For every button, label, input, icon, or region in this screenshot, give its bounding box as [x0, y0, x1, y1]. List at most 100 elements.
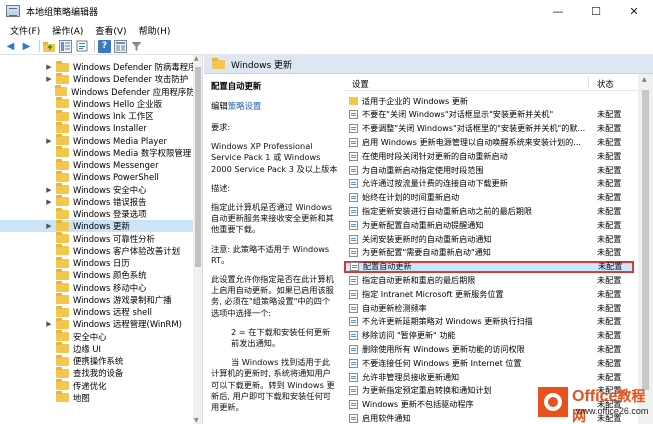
tree-scrollbar[interactable]: ▲ ▼	[193, 55, 202, 424]
menu-help[interactable]: 帮助(H)	[133, 24, 177, 37]
tree-item[interactable]: Windows Installer	[0, 121, 202, 134]
tree-item[interactable]: Windows 颜色系统	[0, 268, 202, 281]
help-icon[interactable]: ?	[98, 39, 111, 53]
forward-arrow-icon[interactable]: ▶	[20, 40, 33, 53]
tree-item[interactable]: 地图	[0, 391, 202, 404]
extended-view-icon[interactable]	[114, 39, 127, 53]
list-folder-item[interactable]: 适用于企业的 Windows 更新	[344, 95, 634, 107]
tree-item[interactable]: ▶ Windows 安全中心	[0, 183, 202, 196]
watermark-brand: Office教程网	[572, 388, 646, 424]
scroll-thumb[interactable]	[642, 90, 649, 390]
tree-item[interactable]: 查找我的设备	[0, 366, 202, 379]
tree-item[interactable]: 边缘 UI	[0, 342, 202, 355]
minimize-button[interactable]: —	[539, 0, 577, 22]
tree-item[interactable]: Windows 远程 shell	[0, 305, 202, 318]
policy-setting-row[interactable]: 始终在计划的时间重新启动 未配置	[344, 192, 634, 204]
menu-bar: 文件(F) 操作(A) 查看(V) 帮助(H)	[0, 22, 653, 38]
tree-item[interactable]: Windows Media 数字权限管理	[0, 146, 202, 159]
policy-setting-row[interactable]: 允许通过按流量计费的连接自动下载更新 未配置	[344, 178, 634, 190]
policy-setting-row[interactable]: 不要调整"关闭 Windows"对话框里的"安装更新并关机"的默... 未配置	[344, 123, 634, 135]
folder-icon	[56, 342, 69, 354]
tree-item[interactable]: Windows 移动中心	[0, 281, 202, 294]
watermark-url: www.office26.com	[576, 406, 649, 416]
setting-name: 始终在计划的时间重新启动	[362, 192, 460, 203]
expand-arrow-icon[interactable]: ▶	[44, 137, 54, 145]
policy-setting-row[interactable]: 配置自动更新 未配置	[344, 260, 634, 273]
policy-setting-row[interactable]: 自动更新检测频率 未配置	[344, 302, 634, 314]
tree-item[interactable]: ▶ Windows 远程管理(WinRM)	[0, 317, 202, 330]
properties-icon[interactable]	[75, 40, 88, 53]
folder-icon	[56, 293, 69, 305]
policy-setting-row[interactable]: 为更新配置"需要自动重新启动"通知 未配置	[344, 247, 634, 259]
expand-arrow-icon[interactable]: ▶	[44, 198, 54, 206]
policy-setting-icon	[349, 234, 358, 244]
tree-item[interactable]: ▶ Windows Defender 防病毒程序	[0, 60, 202, 73]
list-scrollbar[interactable]: ▲	[638, 74, 653, 424]
tree-item[interactable]: Windows 登录选项	[0, 207, 202, 220]
tree-item[interactable]: ▶ Windows Media Player	[0, 134, 202, 147]
policy-setting-row[interactable]: 删除使用所有 Windows 更新功能的访问权限 未配置	[344, 343, 634, 355]
tree-item[interactable]: ▶ Windows 更新	[0, 219, 202, 233]
tree-item[interactable]: ▶ Windows Defender 攻击防护	[0, 72, 202, 85]
maximize-button[interactable]: ☐	[577, 0, 615, 22]
tree-item[interactable]: Windows Messenger	[0, 158, 202, 171]
scroll-up-icon[interactable]: ▲	[194, 55, 199, 62]
policy-setting-row[interactable]: 允许非管理员接收更新通知 未配置	[344, 371, 634, 383]
setting-state: 未配置	[597, 178, 622, 189]
tree-item[interactable]: 传递优化	[0, 379, 202, 392]
folder-icon	[56, 281, 69, 293]
policy-setting-row[interactable]: 在使用时段关闭针对更新的自动重新启动 未配置	[344, 150, 634, 162]
policy-setting-row[interactable]: 关闭安装更新时的自动重新启动通知 未配置	[344, 233, 634, 245]
folder-icon	[56, 268, 69, 280]
tree-item[interactable]: Windows Hello 企业版	[0, 97, 202, 110]
tree-item[interactable]: Windows 可靠性分析	[0, 232, 202, 245]
tree-item[interactable]: Windows 日历	[0, 256, 202, 269]
scroll-up-icon[interactable]: ▲	[642, 76, 647, 83]
tree-item[interactable]: Windows 游戏录制和广播	[0, 293, 202, 306]
menu-action[interactable]: 操作(A)	[46, 24, 89, 37]
policy-setting-row[interactable]: 不要连接任何 Windows 更新 Internet 位置 未配置	[344, 357, 634, 369]
tree-item-label: 边缘 UI	[73, 343, 102, 354]
tree-item[interactable]: Windows Ink 工作区	[0, 109, 202, 122]
column-header-setting[interactable]: 设置	[352, 78, 369, 90]
policy-setting-row[interactable]: 启用 Windows 更新电源管理以自动唤醒系统来安装计划的... 未配置	[344, 136, 634, 148]
policy-setting-row[interactable]: 为自动重新启动指定使用时段范围 未配置	[344, 164, 634, 176]
policy-setting-row[interactable]: 不允许更新延期策略对 Windows 更新执行扫描 未配置	[344, 316, 634, 328]
policy-setting-row[interactable]: 指定更新安装进行自动重新启动之前的最后期限 未配置	[344, 205, 634, 217]
policy-tree[interactable]: ▶ Windows Defender 防病毒程序 ▶ Windows Defender…	[0, 55, 203, 424]
requirements-text: Windows XP Professional Service Pack 1 或…	[211, 141, 338, 174]
setting-state: 未配置	[597, 164, 622, 175]
tree-item[interactable]: 便携操作系统	[0, 354, 202, 367]
setting-name: 指定 Intranet Microsoft 更新服务位置	[362, 288, 504, 299]
close-button[interactable]: ✕	[615, 0, 653, 22]
back-arrow-icon[interactable]: ◀	[4, 40, 17, 53]
expand-arrow-icon[interactable]: ▶	[44, 320, 54, 328]
column-divider[interactable]	[588, 76, 589, 89]
show-tree-icon[interactable]	[59, 39, 72, 53]
tree-item[interactable]: Windows Defender 应用程序防护	[0, 85, 202, 98]
tree-item[interactable]: Windows 客户体验改善计划	[0, 244, 202, 257]
expand-arrow-icon[interactable]: ▶	[44, 75, 54, 83]
folder-up-icon[interactable]	[43, 40, 56, 53]
scroll-down-icon[interactable]: ▼	[194, 417, 199, 424]
tree-item[interactable]: 安全中心	[0, 330, 202, 343]
policy-setting-row[interactable]: 移除访问 "暂停更新" 功能 未配置	[344, 330, 634, 342]
menu-view[interactable]: 查看(V)	[89, 24, 132, 37]
column-header-state[interactable]: 状态	[597, 78, 614, 90]
description-paragraph-2: 2 = 在下载和安装任何更新前发出通知。	[231, 326, 331, 349]
expand-arrow-icon[interactable]: ▶	[44, 63, 54, 71]
expand-arrow-icon[interactable]: ▶	[44, 186, 54, 194]
scroll-thumb[interactable]	[195, 67, 201, 267]
tree-item[interactable]: Windows PowerShell	[0, 170, 202, 183]
toolbar-separator	[39, 40, 40, 52]
menu-file[interactable]: 文件(F)	[4, 24, 46, 37]
policy-setting-row[interactable]: 指定自动更新和重启的最后期限 未配置	[344, 274, 634, 286]
folder-icon	[56, 121, 69, 133]
policy-setting-row[interactable]: 为更新配置自动重新启动提醒通知 未配置	[344, 219, 634, 231]
expand-arrow-icon[interactable]: ▶	[44, 222, 54, 230]
edit-policy-link[interactable]: 策略设置	[228, 101, 262, 111]
policy-setting-row[interactable]: 不要在"关闭 Windows"对话框显示"安装更新并关机" 未配置	[344, 109, 634, 121]
tree-item[interactable]: ▶ Windows 错误报告	[0, 195, 202, 208]
policy-setting-row[interactable]: 指定 Intranet Microsoft 更新服务位置 未配置	[344, 288, 634, 300]
filter-icon[interactable]	[130, 40, 143, 53]
